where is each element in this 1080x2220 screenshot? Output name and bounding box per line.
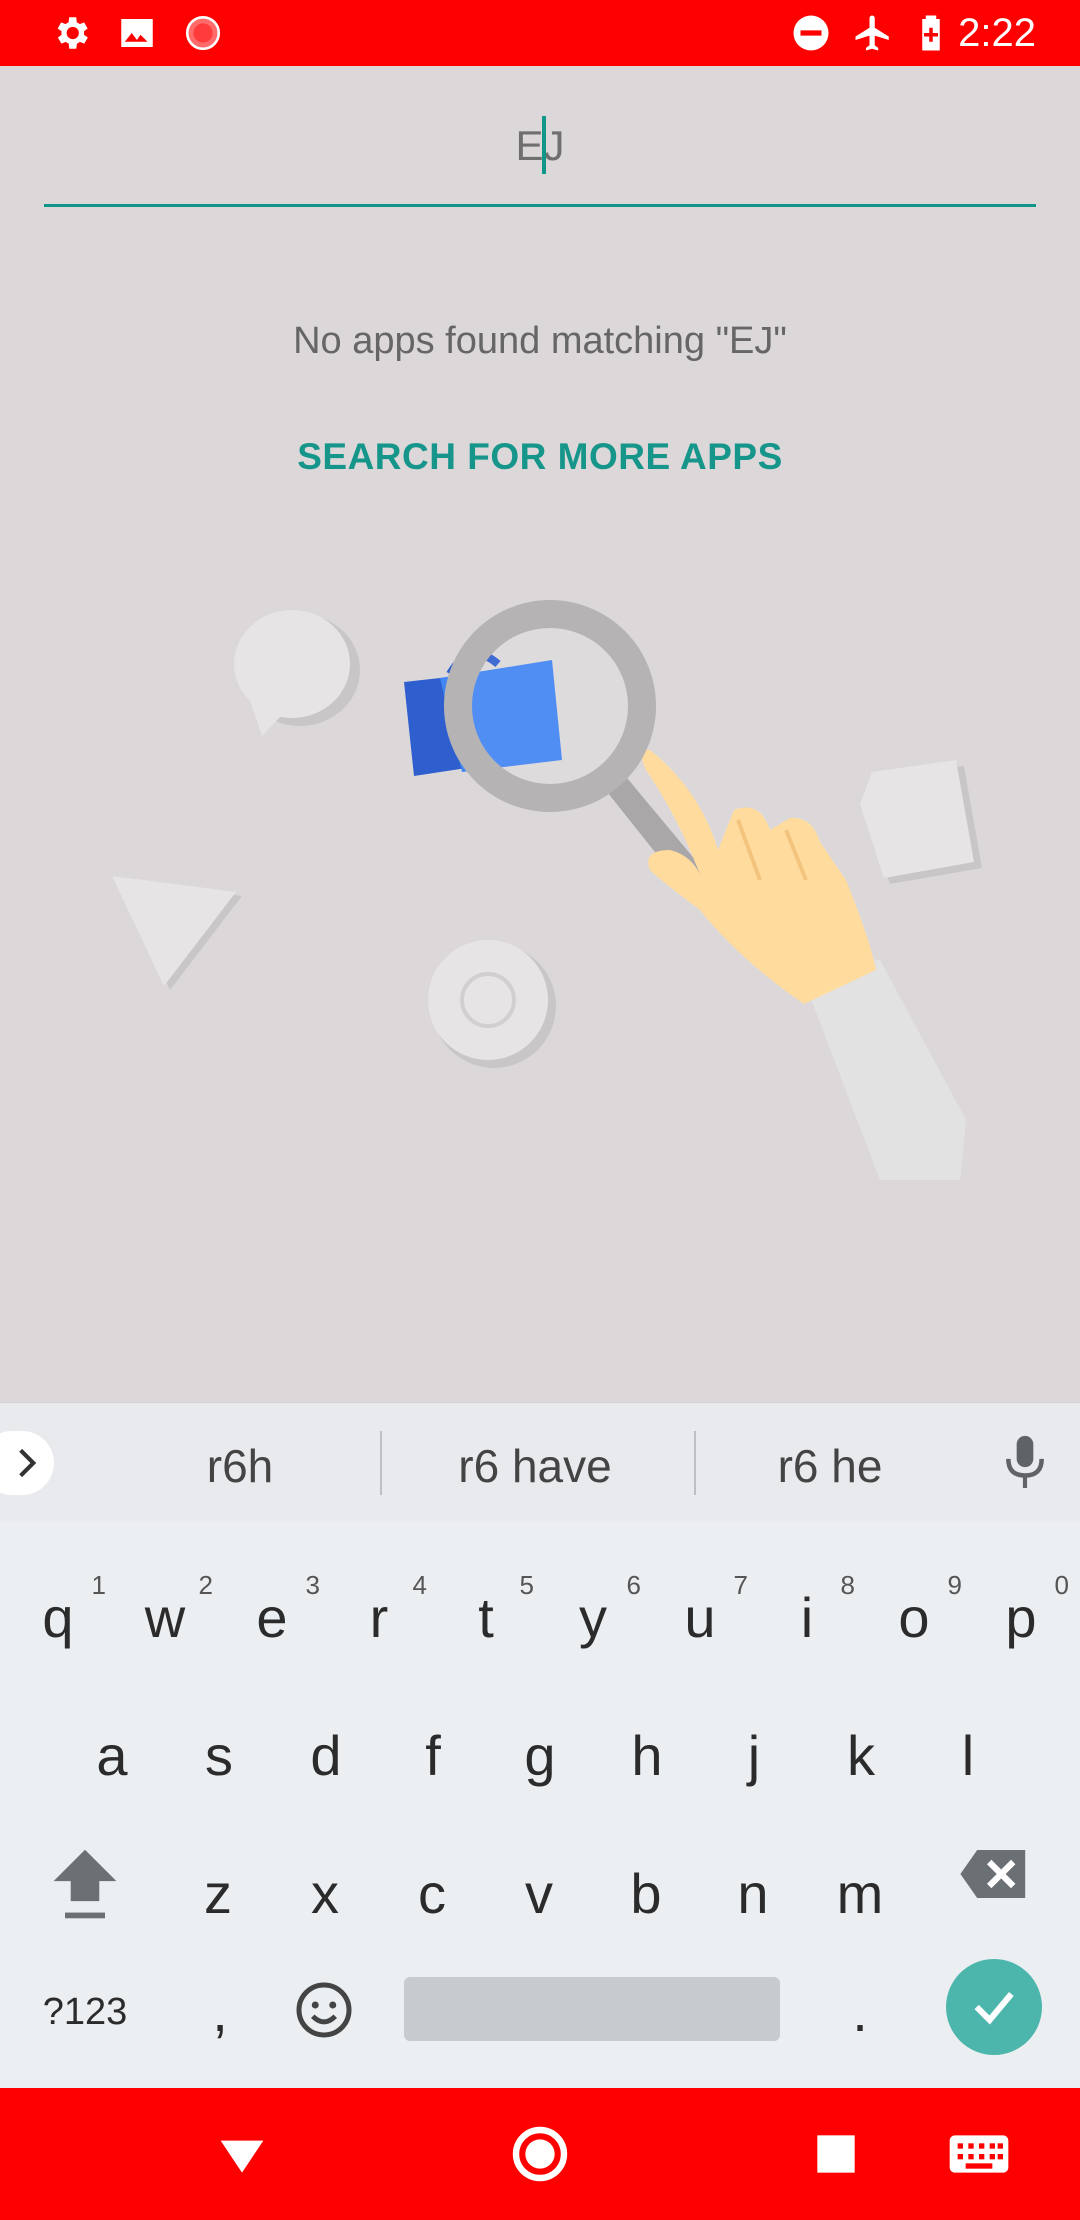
search-input[interactable]: EJ [44,116,1036,178]
key-label: i [800,1586,814,1649]
shift-key-icon[interactable] [50,1844,120,1924]
key-number-hint: 3 [305,1570,320,1600]
key-label: o [898,1586,930,1649]
gear-icon [57,17,88,49]
key-m[interactable]: m [808,1834,912,1954]
keyboard-switch-icon[interactable] [944,2122,1014,2186]
key-t[interactable]: t5 [434,1558,538,1678]
magnifier-shape [444,600,656,812]
recents-icon[interactable] [804,2122,868,2186]
status-time: 2:22 [958,11,1036,55]
key-w[interactable]: w2 [113,1558,217,1678]
hand-shape [641,749,876,1004]
emoji-key-icon[interactable] [294,1980,354,2040]
key-g[interactable]: g [488,1696,592,1816]
key-z[interactable]: z [166,1834,270,1954]
checkmark-icon [974,1992,1014,2025]
app-search-field[interactable]: EJ [44,66,1036,208]
key-number-hint: 9 [947,1570,962,1600]
battery-charging-icon [922,15,940,51]
key-h[interactable]: h [595,1696,699,1816]
key-label: q [42,1586,74,1649]
key-number-hint: 0 [1054,1570,1069,1600]
navigation-bar [0,2088,1080,2220]
key-j[interactable]: j [702,1696,806,1816]
do-not-disturb-icon [793,15,829,51]
key-y[interactable]: y6 [541,1558,645,1678]
symbols-key[interactable]: ?123 [30,1952,140,2072]
key-v[interactable]: v [487,1834,591,1954]
document-shape [860,760,982,884]
back-icon[interactable] [210,2122,274,2186]
key-b[interactable]: b [594,1834,698,1954]
key-i[interactable]: i8 [755,1558,859,1678]
keyboard-suggestion-bar: r6h r6 have r6 he [0,1402,1080,1522]
text-cursor [541,116,546,174]
image-icon [121,19,153,47]
record-icon [185,15,221,51]
home-icon[interactable] [508,2122,572,2186]
suggestion-3[interactable]: r6 he [720,1439,940,1493]
enter-key[interactable] [946,1959,1042,2055]
key-number-hint: 4 [412,1570,427,1600]
key-a[interactable]: a [60,1696,164,1816]
key-label: y [579,1586,607,1649]
key-q[interactable]: q1 [6,1558,110,1678]
suggestion-1[interactable]: r6h [140,1439,340,1493]
search-query-after-cursor: J [543,122,565,170]
space-key[interactable] [404,1977,780,2041]
key-number-hint: 2 [198,1570,213,1600]
backspace-key-icon[interactable] [958,1844,1030,1904]
key-c[interactable]: c [380,1834,484,1954]
key-f[interactable]: f [381,1696,485,1816]
key-p[interactable]: p0 [969,1558,1073,1678]
key-k[interactable]: k [809,1696,913,1816]
key-label: t [478,1586,494,1649]
key-n[interactable]: n [701,1834,805,1954]
search-illustration [112,600,982,1180]
key-label: e [256,1586,288,1649]
key-l[interactable]: l [916,1696,1020,1816]
key-number-hint: 1 [91,1570,106,1600]
airplane-mode-icon [855,15,889,51]
triangle-shape [112,876,242,990]
chevron-right-icon [19,1448,37,1478]
key-label: p [1005,1586,1037,1649]
key-u[interactable]: u7 [648,1558,752,1678]
key-label: w [144,1586,186,1649]
key-r[interactable]: r4 [327,1558,431,1678]
search-more-apps-button[interactable]: SEARCH FOR MORE APPS [0,436,1080,478]
speech-bubble-shape [234,610,360,736]
suggestion-divider [694,1431,696,1495]
key-number-hint: 6 [626,1570,641,1600]
key-label: u [684,1586,716,1649]
circle-shape [428,940,556,1068]
suggestion-divider [380,1431,382,1495]
key-d[interactable]: d [274,1696,378,1816]
key-number-hint: 5 [519,1570,534,1600]
empty-results-message: No apps found matching "EJ" [293,320,787,362]
comma-key[interactable]: , [168,1952,272,2072]
key-o[interactable]: o9 [862,1558,966,1678]
period-key[interactable]: . [808,1952,912,2072]
key-number-hint: 7 [733,1570,748,1600]
search-underline [44,204,1036,207]
key-number-hint: 8 [840,1570,855,1600]
key-e[interactable]: e3 [220,1558,324,1678]
search-query-before-cursor: E [515,122,544,170]
suggestion-expand-button[interactable] [0,1431,54,1495]
suggestion-2[interactable]: r6 have [400,1439,670,1493]
key-label: r [369,1586,389,1649]
key-s[interactable]: s [167,1696,271,1816]
on-screen-keyboard: q1w2e3r4t5y6u7i8o9p0 asdfghjkl zxcvbnm ?… [0,1522,1080,2088]
microphone-icon[interactable] [1000,1433,1050,1493]
key-x[interactable]: x [273,1834,377,1954]
status-bar: 2:22 [0,0,1080,66]
